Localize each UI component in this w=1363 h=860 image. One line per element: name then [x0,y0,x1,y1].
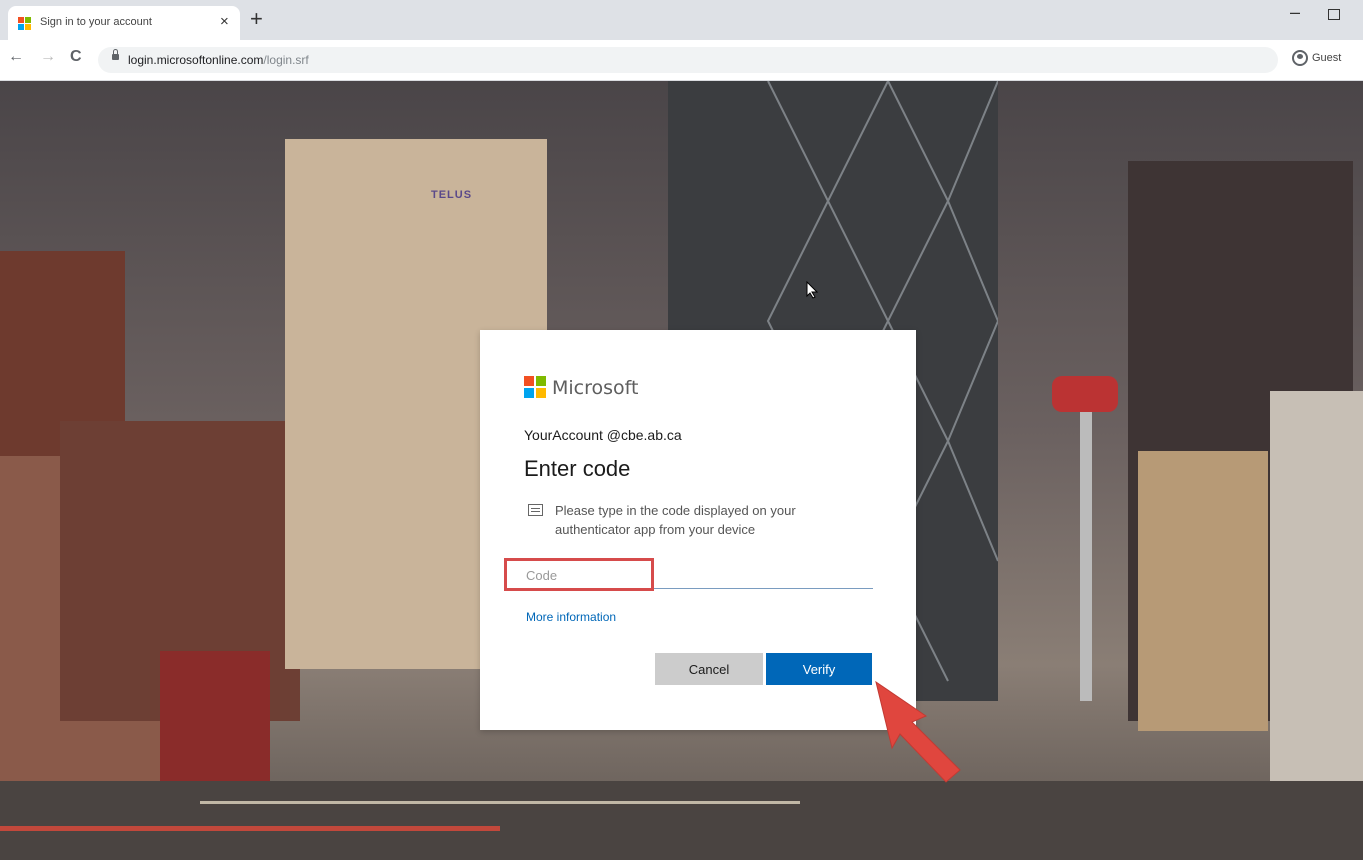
browser-toolbar: ← → C login.microsoftonline.com/login.sr… [0,40,1363,81]
maximize-button[interactable] [1328,9,1340,20]
tab-strip: Sign in to your account × + – [0,0,1363,40]
url-path: /login.srf [263,53,309,67]
url-host: login.microsoftonline.com [128,53,264,67]
office-tower [1138,451,1268,731]
browser-tab[interactable]: Sign in to your account × [8,6,240,40]
sign-in-dialog: Microsoft YourAccount @cbe.ab.ca Enter c… [480,330,916,730]
cancel-button[interactable]: Cancel [655,653,763,685]
instruction-text: Please type in the code displayed on you… [555,503,796,537]
microsoft-favicon-icon [18,17,32,31]
brand-name: Microsoft [552,377,639,399]
reload-button[interactable]: C [70,48,82,66]
code-input[interactable] [524,562,873,589]
profile-button[interactable]: Guest [1292,49,1341,67]
tab-close-icon[interactable]: × [220,13,229,30]
sms-message-icon [528,504,543,516]
shop-building [160,651,270,791]
url-text: login.microsoftonline.com/login.srf [128,53,309,67]
tab-title: Sign in to your account [40,16,152,28]
address-bar[interactable]: login.microsoftonline.com/login.srf [98,47,1278,73]
profile-label: Guest [1312,51,1342,64]
profile-icon [1292,49,1308,66]
light-trail [200,801,800,804]
light-trail [0,826,500,831]
back-button[interactable]: ← [8,48,24,66]
lock-icon [112,49,119,60]
microsoft-logo-icon [524,376,546,398]
forward-button[interactable]: → [40,48,56,66]
road [0,781,1363,860]
more-information-link[interactable]: More information [526,610,616,624]
mouse-cursor-icon [806,281,818,299]
calgary-tower [1080,401,1092,701]
telus-sign: TELUS [431,189,473,201]
page-title: Enter code [524,456,631,481]
verify-button[interactable]: Verify [766,653,872,685]
minimize-button[interactable]: – [1290,2,1300,23]
side-building [1270,391,1363,791]
new-tab-button[interactable]: + [250,6,263,32]
calgary-tower-top [1052,376,1118,412]
account-identity: YourAccount @cbe.ab.ca [524,427,682,443]
